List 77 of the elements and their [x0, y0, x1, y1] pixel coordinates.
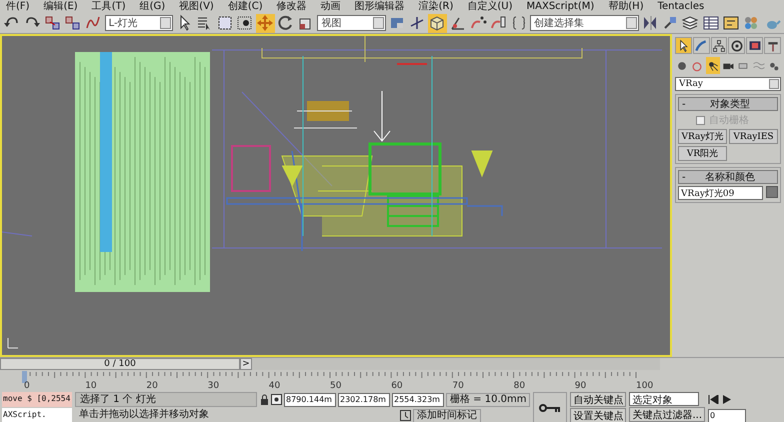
dropdown[interactable]: L-灯光 [104, 15, 173, 31]
key-filters-button[interactable]: 关键点过滤器... [629, 407, 706, 422]
z-coordinate-field[interactable]: 2554.323m [392, 392, 444, 406]
go-to-start-icon[interactable] [708, 395, 720, 404]
selection-status: 选择了 1 个 灯光 [75, 392, 257, 407]
frame-number: 60 [391, 381, 403, 391]
x-coordinate-field[interactable]: 8790.144m [284, 392, 336, 406]
rollout-title: 名称和颜色 [704, 170, 756, 184]
menu-item[interactable]: 组(G) [140, 0, 166, 12]
grid-size: 栅格 = 10.0mm [446, 392, 530, 406]
dotted-circle-square-icon[interactable] [236, 14, 254, 32]
current-frame-field[interactable]: 0 [708, 408, 746, 422]
unlink-icon[interactable] [64, 14, 82, 32]
frame-number: 70 [452, 381, 464, 391]
menu-item[interactable]: 件(F) [6, 0, 30, 12]
track-bar-ruler[interactable] [22, 371, 636, 383]
light-icon[interactable] [706, 57, 720, 74]
table-icon[interactable] [702, 14, 720, 32]
frame-number: 20 [146, 381, 158, 391]
axis-gizmo-icon [8, 338, 18, 348]
menu-item[interactable]: 创建(C) [228, 0, 263, 12]
transform-mode-icon[interactable] [271, 394, 282, 405]
frame-number: 80 [514, 381, 526, 391]
frame-number: 0 [24, 381, 30, 391]
object-type-button[interactable]: VR阳光 [678, 146, 727, 161]
hammer-icon[interactable] [764, 37, 781, 54]
frame-number: 30 [208, 381, 220, 391]
menu-item[interactable]: 动画 [320, 0, 341, 12]
menu-item[interactable]: MAXScript(M) [526, 0, 594, 12]
dropdown[interactable]: 创建选择集 [530, 15, 639, 31]
link-icon[interactable] [44, 14, 62, 32]
menu-item[interactable]: 自定义(U) [467, 0, 513, 12]
schematic-icon[interactable] [722, 14, 740, 32]
y-coordinate-field[interactable]: 2302.178m [338, 392, 390, 406]
rollout-header[interactable]: - 对象类型 [678, 97, 778, 111]
menu-item[interactable]: 修改器 [276, 0, 307, 12]
pen-icon[interactable] [692, 37, 710, 54]
hierarchy-icon[interactable] [710, 37, 728, 54]
menu-item[interactable]: 图形编辑器 [354, 0, 405, 12]
prompt-hint: 单击并拖动以选择并移动对象 [78, 408, 210, 422]
auto-key-button[interactable]: 自动关键点 [570, 392, 626, 407]
menu-item[interactable]: 渲染(R) [418, 0, 454, 12]
play-icon[interactable] [721, 395, 732, 404]
frame-number: 100 [636, 381, 654, 391]
color-swatch[interactable] [766, 186, 778, 198]
wheel-icon[interactable] [728, 37, 746, 54]
time-tag-icon[interactable] [400, 410, 411, 421]
lock-icon[interactable] [260, 394, 269, 405]
frame-number: 40 [268, 381, 280, 391]
object-type-button[interactable]: VRayIES [729, 129, 778, 144]
name-field[interactable]: VRay灯光09 [678, 186, 763, 200]
cube-icon[interactable] [428, 14, 447, 32]
frame-number: 50 [330, 381, 342, 391]
menu-item[interactable]: 视图(V) [179, 0, 214, 12]
menu-item[interactable]: 编辑(E) [44, 0, 78, 12]
set-key-button[interactable]: 设置关键点 [570, 408, 626, 422]
type-dropdown[interactable]: VRay [675, 77, 781, 91]
menu-item[interactable]: Tentacles [658, 0, 704, 12]
cursor-icon[interactable] [675, 37, 692, 54]
rollout-header[interactable]: - 名称和颜色 [678, 170, 778, 184]
frame-number: 90 [574, 381, 586, 391]
monitor-icon[interactable] [746, 37, 764, 54]
collapse-sign: - [682, 172, 686, 182]
collapse-sign: - [682, 98, 686, 110]
layers-icon[interactable] [681, 14, 700, 32]
add-time-tag[interactable]: 添加时间标记 [413, 408, 481, 422]
next-frame-button[interactable]: > [240, 358, 252, 370]
frame-number: 10 [85, 381, 97, 391]
time-slider-thumb[interactable]: 0 / 100 [0, 358, 240, 370]
menu-item[interactable]: 工具(T) [92, 0, 126, 12]
menu-item[interactable]: 帮助(H) [608, 0, 644, 12]
time-slider-track[interactable]: 0 / 100 > [0, 358, 660, 370]
key-mode-dropdown[interactable]: 选定对象 [629, 392, 700, 406]
object-type-button[interactable]: VRay灯光 [678, 129, 727, 144]
rollout-title: 对象类型 [708, 98, 751, 111]
dropdown[interactable]: 视图 [317, 15, 386, 31]
key-icon[interactable] [539, 402, 562, 412]
